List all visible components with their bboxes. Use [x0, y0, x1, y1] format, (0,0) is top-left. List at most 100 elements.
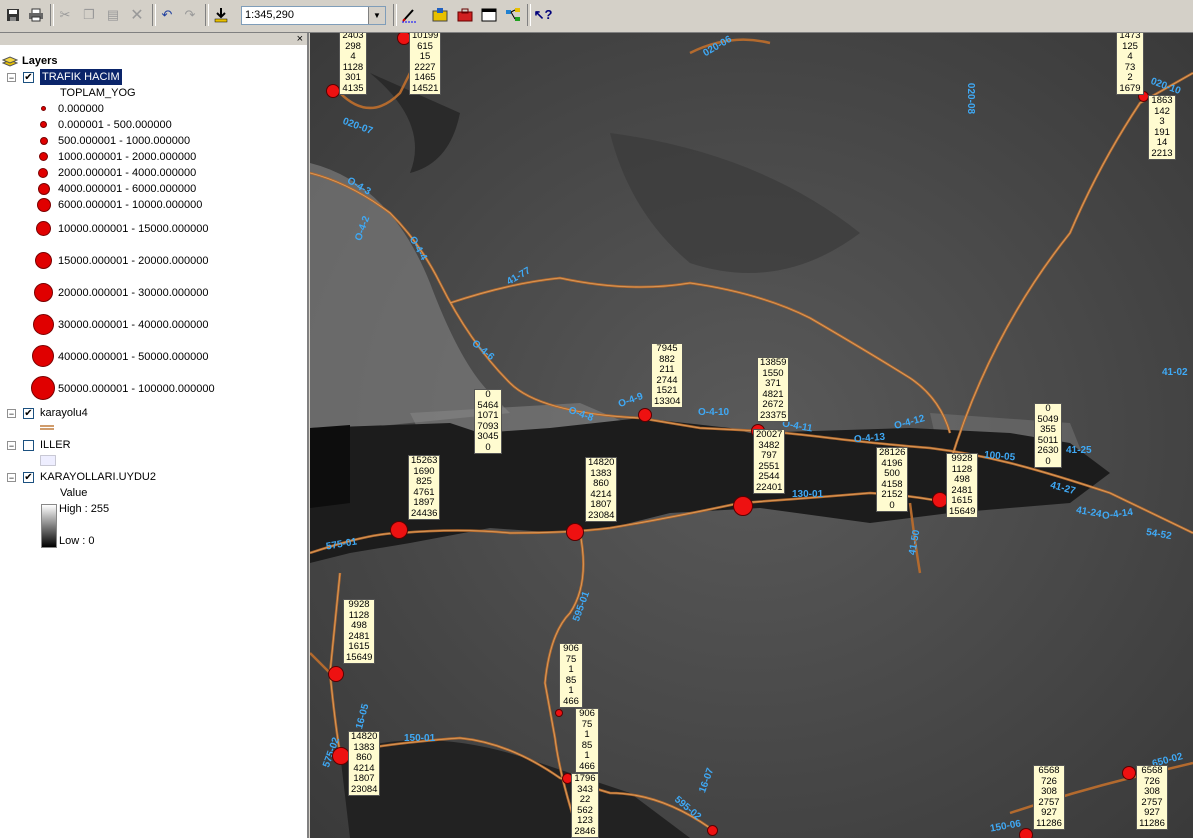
- layer-name[interactable]: TRAFIK HACIM: [40, 69, 122, 85]
- callout-label: 7945 882 211 2744 1521 13304: [651, 343, 683, 408]
- class-symbol: [39, 152, 48, 161]
- layer-karayolu4[interactable]: − ✔ karayolu4: [0, 405, 300, 421]
- traffic-point[interactable]: [1122, 766, 1136, 780]
- print-icon[interactable]: [26, 5, 46, 25]
- layer-name[interactable]: karayolu4: [40, 405, 88, 421]
- map-scale-combo[interactable]: 1:345,290 ▼: [241, 6, 386, 25]
- polygon-symbol: [40, 455, 56, 466]
- traffic-point[interactable]: [1019, 828, 1033, 838]
- traffic-point[interactable]: [555, 709, 563, 717]
- collapse-icon[interactable]: −: [7, 441, 16, 451]
- traffic-point[interactable]: [328, 666, 344, 682]
- class-symbol: [38, 168, 48, 178]
- road-label: 020-08: [965, 82, 977, 115]
- traffic-point[interactable]: [638, 408, 652, 422]
- class-symbol: [40, 121, 47, 128]
- callout-label: 9928 1128 498 2481 1615 15649: [946, 453, 978, 518]
- layers-title: Layers: [22, 55, 58, 67]
- undo-icon[interactable]: ↶: [157, 5, 177, 25]
- paste-icon[interactable]: ▤: [103, 5, 123, 25]
- close-icon[interactable]: ×: [297, 33, 303, 45]
- layer-name[interactable]: KARAYOLLARI.UYDU2: [40, 469, 156, 485]
- road-line-symbol: [40, 425, 54, 430]
- layer-checkbox-iller[interactable]: [23, 440, 34, 451]
- legend-class-5: 4000.000001 - 6000.000000: [0, 181, 300, 197]
- legend-class-1: 0.000001 - 500.000000: [0, 117, 300, 133]
- traffic-point[interactable]: [733, 496, 753, 516]
- chevron-down-icon[interactable]: ▼: [368, 7, 385, 24]
- layer-iller[interactable]: − ILLER: [0, 437, 300, 453]
- raster-high-label: High : 255: [59, 503, 110, 515]
- layer-checkbox-karayollari-uydu2[interactable]: ✔: [23, 472, 34, 483]
- collapse-icon[interactable]: −: [7, 409, 16, 419]
- legend-class-9: 20000.000001 - 30000.000000: [0, 283, 300, 302]
- callout-label: 0 5464 1071 7093 3045 0: [474, 389, 502, 454]
- layers-icon: [2, 56, 18, 67]
- legend-class-6: 6000.000001 - 10000.000000: [0, 197, 300, 213]
- layer-name[interactable]: ILLER: [40, 437, 71, 453]
- layer-trafik-hacim[interactable]: − ✔ TRAFIK HACIM: [0, 69, 300, 85]
- road-label: 150-01: [404, 733, 436, 744]
- callout-label: 1796 343 22 562 123 2846: [571, 773, 599, 838]
- legend-class-0: 0.000000: [0, 101, 300, 117]
- road-label: 41-25: [1066, 445, 1092, 456]
- window-icon[interactable]: [479, 5, 499, 25]
- legend-class-3: 1000.000001 - 2000.000000: [0, 149, 300, 165]
- callout-label: 28126 4196 500 4158 2152 0: [876, 447, 908, 512]
- model-icon[interactable]: [503, 5, 523, 25]
- redo-icon[interactable]: ↷: [180, 5, 200, 25]
- legend-field-name: TOPLAM_YOG: [60, 87, 136, 99]
- layer-checkbox-trafik-hacim[interactable]: ✔: [23, 72, 34, 83]
- traffic-point[interactable]: [326, 84, 340, 98]
- callout-label: 0 5049 355 5011 2630 0: [1034, 403, 1062, 468]
- traffic-point[interactable]: [566, 523, 584, 541]
- callout-label: 13859 1550 371 4821 2672 23375: [757, 357, 789, 422]
- road-label: O-4-10: [698, 407, 730, 418]
- cut-icon[interactable]: ✂: [55, 5, 75, 25]
- class-symbol: [33, 314, 54, 335]
- callout-label: 2403 298 4 1128 301 4135: [339, 33, 367, 95]
- class-symbol: [34, 283, 53, 302]
- road-label: 130-01: [792, 489, 824, 500]
- table-of-contents: × Layers − ✔ TRAFIK HACIM TOPLAM_YOG 0.0…: [0, 33, 309, 838]
- legend-class-2: 500.000001 - 1000.000000: [0, 133, 300, 149]
- raster-value-label: Value: [60, 487, 88, 499]
- legend-class-12: 50000.000001 - 100000.000000: [0, 376, 300, 400]
- callout-label: 20027 3482 797 2551 2544 22401: [753, 429, 785, 494]
- class-symbol: [37, 198, 51, 212]
- arctoolbox-icon[interactable]: [455, 5, 475, 25]
- traffic-point[interactable]: [707, 825, 718, 836]
- add-data-icon[interactable]: [211, 5, 231, 25]
- map-scale-value: 1:345,290: [245, 9, 294, 21]
- callout-label: 14820 1383 860 4214 1807 23084: [585, 457, 617, 522]
- whats-this-icon[interactable]: ↖?: [533, 5, 553, 25]
- class-symbol: [40, 137, 48, 145]
- raster-low-label: Low : 0: [59, 535, 95, 547]
- callout-label: 10199 615 15 2227 1465 14521: [409, 33, 441, 95]
- callout-label: 6568 726 308 2757 927 11286: [1033, 765, 1065, 830]
- class-symbol: [38, 183, 50, 195]
- class-symbol: [32, 345, 54, 367]
- raster-ramp: [41, 504, 57, 548]
- legend-class-4: 2000.000001 - 4000.000000: [0, 165, 300, 181]
- class-symbol: [36, 221, 51, 236]
- standard-toolbar: ✂ ❐ ▤ ✕ ↶ ↷ 1:345,290 ▼ ↖?: [0, 0, 1193, 33]
- traffic-point[interactable]: [390, 521, 408, 539]
- layer-karayollari-uydu2[interactable]: − ✔ KARAYOLLARI.UYDU2: [0, 469, 300, 485]
- legend-class-7: 10000.000001 - 15000.000000: [0, 221, 300, 237]
- callout-label: 15263 1690 825 4761 1897 24436: [408, 455, 440, 520]
- copy-icon[interactable]: ❐: [79, 5, 99, 25]
- callout-label: 906 75 1 85 1 466: [559, 643, 583, 708]
- delete-icon[interactable]: ✕: [127, 5, 147, 25]
- callout-label: 1863 142 3 191 14 2213: [1148, 95, 1176, 160]
- class-symbol: [31, 376, 55, 400]
- toc-header: ×: [0, 33, 307, 45]
- arccatalog-icon[interactable]: [430, 5, 450, 25]
- map-display[interactable]: 020-06 020-07 020-10 020-08 O-4-3 O-4-2 …: [310, 33, 1193, 838]
- editor-icon[interactable]: [399, 5, 419, 25]
- collapse-icon[interactable]: −: [7, 73, 16, 83]
- callout-label: 1473 125 4 73 2 1679: [1116, 33, 1144, 95]
- collapse-icon[interactable]: −: [7, 473, 16, 483]
- save-icon[interactable]: [3, 5, 23, 25]
- layer-checkbox-karayolu4[interactable]: ✔: [23, 408, 34, 419]
